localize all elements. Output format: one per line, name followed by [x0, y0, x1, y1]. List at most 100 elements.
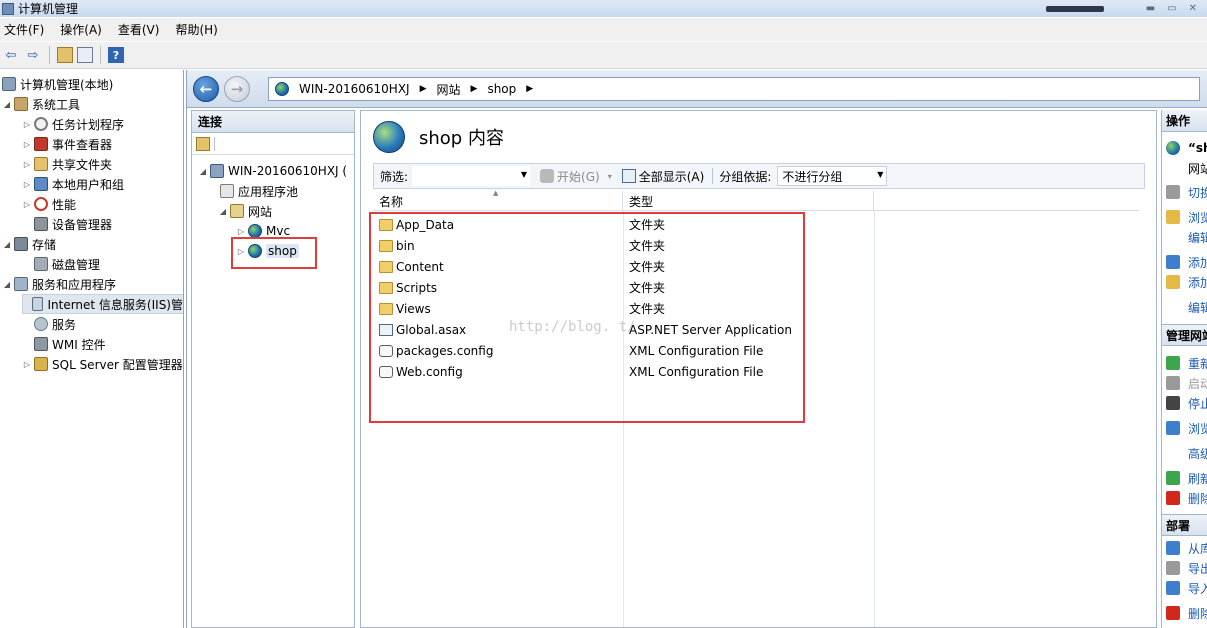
action-export[interactable]: 导出 [1166, 558, 1207, 578]
action-add-vdir[interactable]: 添加 [1166, 272, 1207, 292]
tree-item-storage[interactable]: ◢ 存储 [2, 234, 56, 254]
clock-icon [34, 117, 48, 131]
shop-highlight-box [231, 237, 317, 269]
back-arrow-icon[interactable]: ⇦ [2, 46, 20, 64]
action-browse[interactable]: 浏览 [1166, 207, 1207, 227]
action-start[interactable]: 启动 [1166, 373, 1207, 393]
collapse-arrow-icon[interactable]: ◢ [198, 167, 208, 176]
dropdown-arrow-icon[interactable]: ▼ [521, 170, 527, 179]
conn-server-node[interactable]: ◢ WIN-20160610HXJ ( [198, 161, 347, 181]
deploy-section: 部署 [1162, 514, 1207, 536]
show-hide-tree-icon[interactable] [77, 47, 93, 63]
tree-item-local-users[interactable]: ▷ 本地用户和组 [22, 174, 124, 194]
tree-item-services-apps[interactable]: ◢ 服务和应用程序 [2, 274, 116, 294]
collapse-arrow-icon[interactable]: ◢ [218, 207, 228, 216]
tree-item-shared-folders[interactable]: ▷ 共享文件夹 [22, 154, 112, 174]
forward-arrow-icon[interactable]: ⇨ [24, 46, 42, 64]
tree-label: 共享文件夹 [52, 157, 113, 172]
stop-icon [1166, 396, 1180, 410]
action-label: 删除 [1188, 491, 1207, 506]
toolbar-separator [214, 136, 215, 151]
storage-icon [14, 237, 28, 251]
tree-root[interactable]: 计算机管理(本地) [0, 74, 113, 94]
window-controls: ▬ ▭ ✕ [1045, 0, 1207, 17]
gallery-icon [1166, 541, 1180, 555]
conn-sites-node[interactable]: ◢ 网站 [218, 201, 272, 221]
breadcrumb-arrow-icon[interactable]: ▶ [526, 84, 533, 94]
action-stop[interactable]: 停止 [1166, 393, 1207, 413]
expand-arrow-icon[interactable]: ▷ [22, 160, 32, 169]
menu-help[interactable]: 帮助(H) [175, 21, 217, 38]
dropdown-arrow-icon[interactable]: ▾ [608, 172, 612, 181]
tree-item-disk-management[interactable]: 磁盘管理 [22, 254, 100, 274]
expand-arrow-icon[interactable]: ▷ [22, 360, 32, 369]
conn-app-pools-node[interactable]: 应用程序池 [218, 181, 298, 201]
expand-arrow-icon[interactable]: ▷ [236, 227, 246, 236]
connect-icon[interactable] [196, 136, 210, 151]
menu-action[interactable]: 操作(A) [60, 21, 102, 38]
close-button[interactable]: ✕ [1189, 3, 1197, 14]
breadcrumb-server[interactable]: WIN-20160610HXJ [299, 82, 410, 96]
connections-toolbar [192, 133, 354, 155]
action-label: 重新 [1188, 356, 1207, 371]
tree-label: 设备管理器 [52, 217, 113, 232]
list-header: 名称 ▲ 类型 [373, 189, 1139, 211]
breadcrumb-arrow-icon[interactable]: ▶ [471, 84, 478, 94]
collapse-arrow-icon[interactable]: ◢ [2, 280, 12, 289]
breadcrumb[interactable]: WIN-20160610HXJ ▶ 网站 ▶ shop ▶ [268, 77, 1200, 101]
show-all-button[interactable]: 全部显示(A) [621, 168, 704, 185]
toolbar-separator [49, 46, 50, 64]
filter-input[interactable]: ▼ [412, 166, 531, 186]
action-delete-deploy[interactable]: 删除 [1166, 603, 1207, 623]
back-button[interactable]: ← [193, 76, 219, 102]
action-import[interactable]: 导入 [1166, 578, 1207, 598]
forward-button[interactable]: → [224, 76, 250, 102]
tree-item-system-tools[interactable]: ◢ 系统工具 [2, 94, 80, 114]
expand-arrow-icon[interactable]: ▷ [22, 120, 32, 129]
column-header-name[interactable]: 名称 ▲ [373, 189, 623, 211]
action-edit[interactable]: 编辑 [1188, 297, 1207, 317]
action-advanced[interactable]: 高级 [1188, 443, 1207, 463]
breadcrumb-arrow-icon[interactable]: ▶ [420, 84, 427, 94]
tree-item-sql-config[interactable]: ▷ SQL Server 配置管理器 [22, 354, 183, 374]
breadcrumb-sites[interactable]: 网站 [437, 81, 461, 98]
column-header-type[interactable]: 类型 [623, 191, 874, 211]
dropdown-arrow-icon[interactable]: ▼ [877, 170, 883, 179]
iis-icon [32, 297, 44, 311]
minimize-button[interactable]: ▬ [1146, 3, 1155, 14]
action-delete[interactable]: 删除 [1166, 488, 1207, 508]
tree-item-task-scheduler[interactable]: ▷ 任务计划程序 [22, 114, 124, 134]
tree-item-device-manager[interactable]: 设备管理器 [22, 214, 112, 234]
tree-item-performance[interactable]: ▷ 性能 [22, 194, 76, 214]
group-by-select[interactable]: 不进行分组 ▼ [777, 166, 888, 186]
breadcrumb-shop[interactable]: shop [487, 82, 516, 96]
globe-icon [1166, 141, 1180, 155]
action-switch[interactable]: 切换 [1166, 182, 1207, 202]
expand-arrow-icon[interactable]: ▷ [22, 140, 32, 149]
refresh-icon [1166, 471, 1180, 485]
help-icon[interactable]: ? [108, 47, 124, 63]
expand-arrow-icon[interactable]: ▷ [22, 180, 32, 189]
tree-item-services[interactable]: 服务 [22, 314, 76, 334]
tree-item-iis[interactable]: Internet 信息服务(IIS)管 [22, 294, 183, 314]
maximize-button[interactable]: ▭ [1167, 3, 1176, 14]
action-from-gallery[interactable]: 从库 [1166, 538, 1207, 558]
start-button[interactable]: 开始(G) ▾ [540, 168, 612, 185]
up-folder-icon[interactable] [57, 47, 73, 63]
delete-icon [1166, 606, 1180, 620]
expand-arrow-icon[interactable]: ▷ [22, 200, 32, 209]
menu-file[interactable]: 文件(F) [4, 21, 44, 38]
action-edit-permissions[interactable]: 编辑 [1188, 227, 1207, 247]
action-add-app[interactable]: 添加 [1166, 252, 1207, 272]
action-label: 停止 [1188, 396, 1207, 411]
tree-item-wmi[interactable]: WMI 控件 [22, 334, 106, 354]
collapse-arrow-icon[interactable]: ◢ [2, 100, 12, 109]
tree-label: Internet 信息服务(IIS)管 [47, 297, 183, 312]
collapse-arrow-icon[interactable]: ◢ [2, 240, 12, 249]
action-refresh[interactable]: 刷新 [1166, 468, 1207, 488]
action-restart[interactable]: 重新 [1166, 353, 1207, 373]
action-browse-site[interactable]: 浏览 [1166, 418, 1207, 438]
tree-item-event-viewer[interactable]: ▷ 事件查看器 [22, 134, 112, 154]
gear-icon [34, 317, 48, 331]
menu-view[interactable]: 查看(V) [118, 21, 160, 38]
